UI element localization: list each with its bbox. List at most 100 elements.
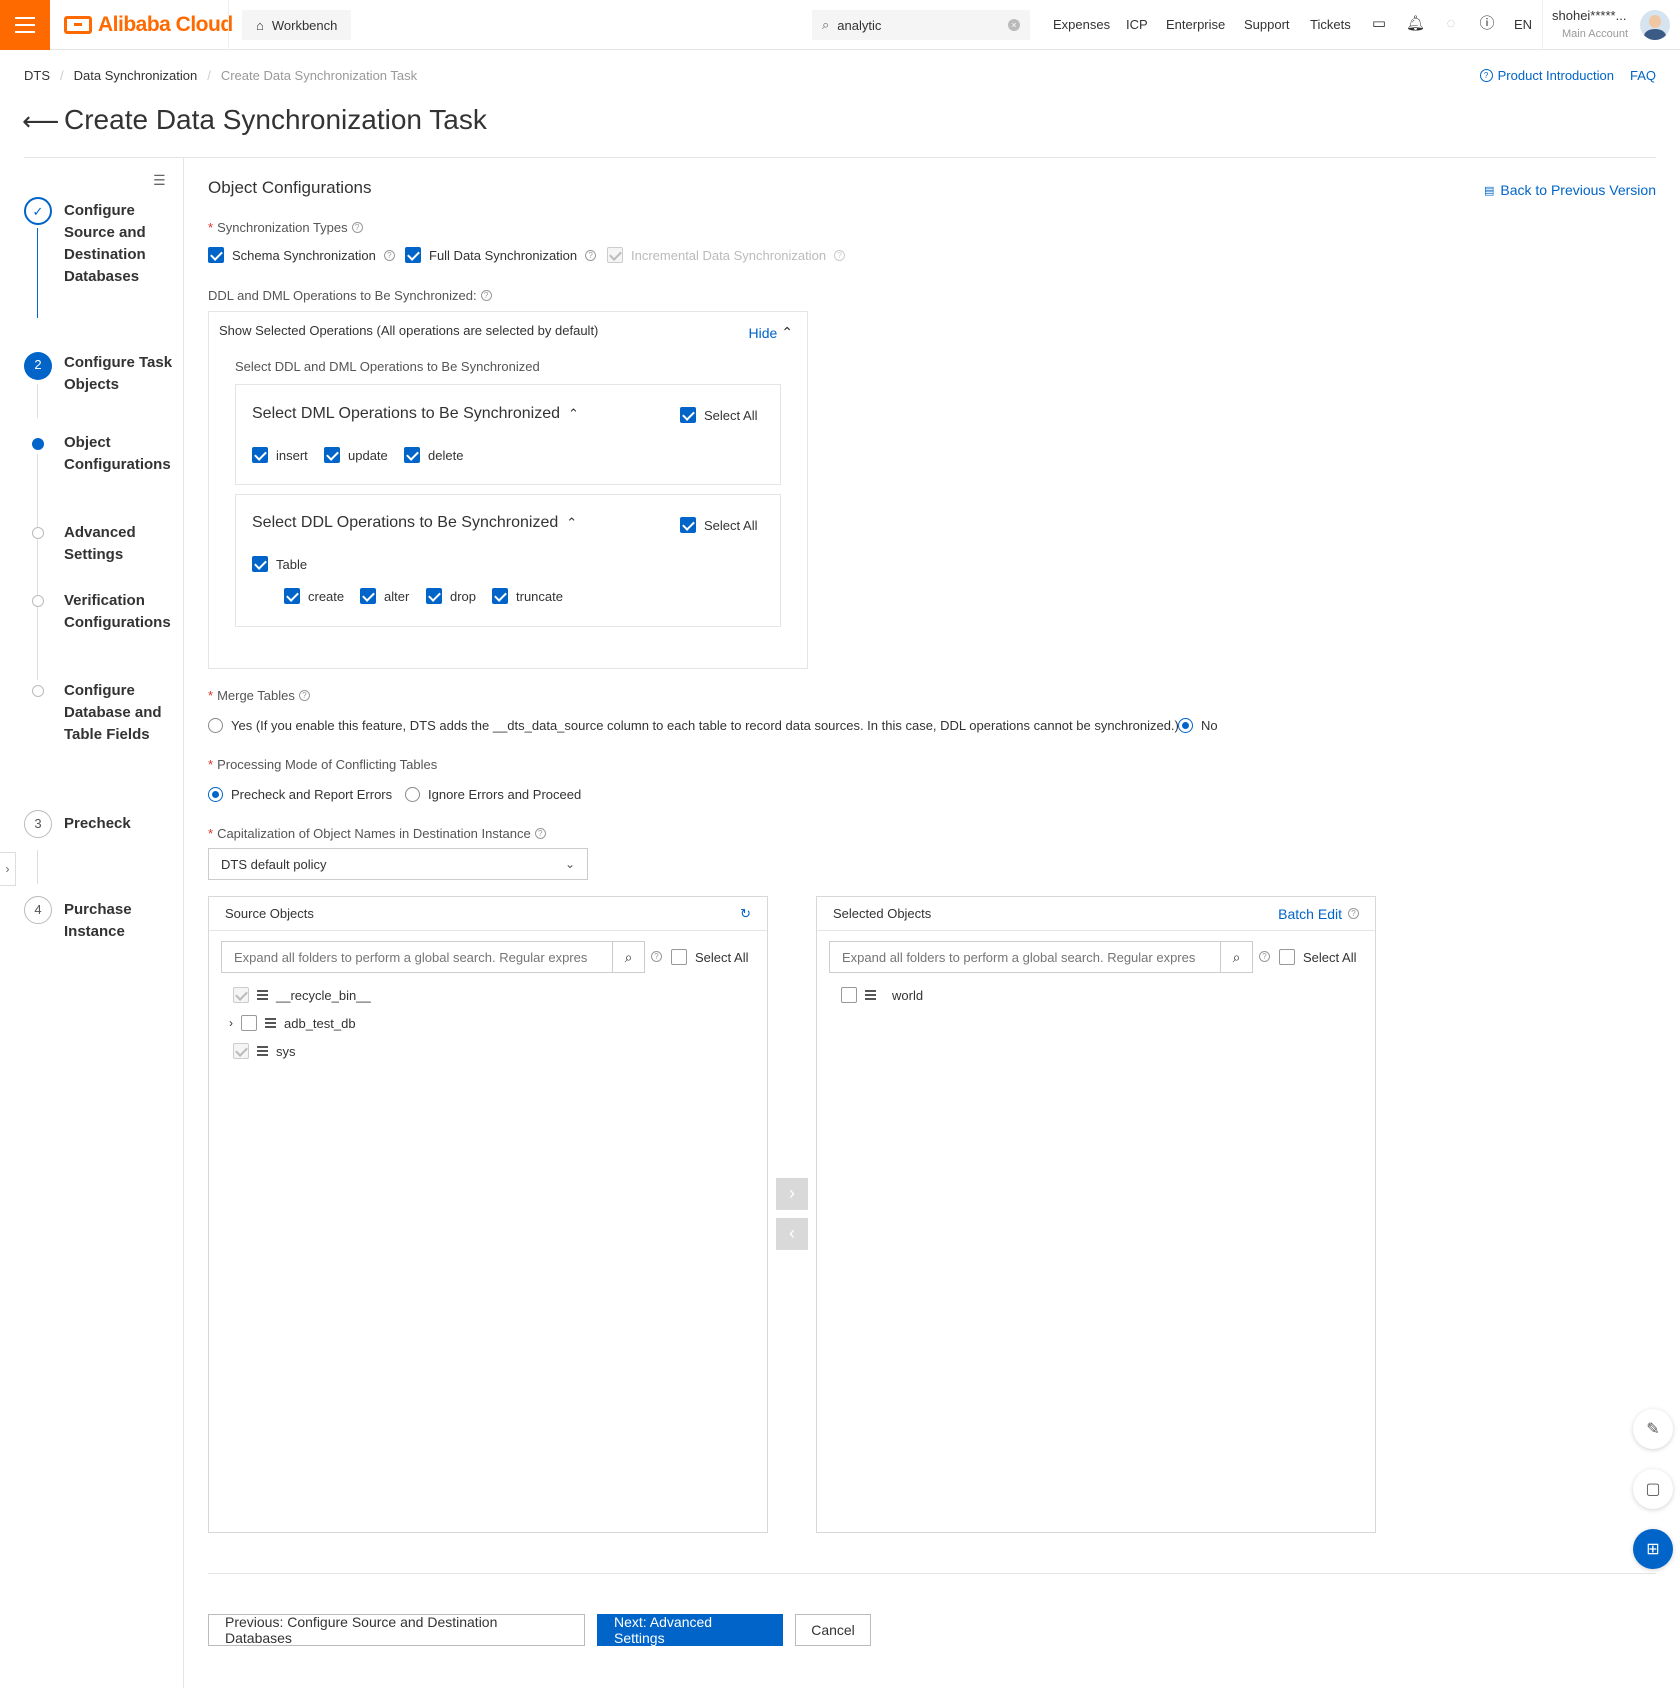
help-icon[interactable]: ? (1348, 908, 1359, 919)
selected-search-field[interactable]: ⌕ (829, 941, 1253, 973)
ddl-create-checkbox[interactable]: create (284, 588, 344, 604)
checkbox-checked[interactable] (404, 447, 420, 463)
dml-update-checkbox[interactable]: update (324, 447, 388, 463)
merge-no-radio[interactable]: No (1178, 718, 1218, 733)
chevron-right-icon[interactable]: › (229, 1016, 233, 1030)
avatar[interactable] (1640, 10, 1670, 40)
edit-icon[interactable]: ✎ (1633, 1409, 1673, 1449)
checkbox-checked[interactable] (252, 556, 268, 572)
bell-icon[interactable]: 🔔︎ (1406, 15, 1425, 33)
ddl-title[interactable]: Select DDL Operations to Be Synchronized… (252, 514, 577, 532)
nav-icp[interactable]: ICP (1126, 17, 1148, 32)
merge-yes-radio[interactable]: Yes (If you enable this feature, DTS add… (208, 718, 1179, 733)
source-search-input[interactable] (222, 942, 612, 972)
language-switch[interactable]: EN (1514, 17, 1532, 32)
checkbox-checked[interactable] (405, 247, 421, 263)
search-icon[interactable]: ⌕ (1220, 942, 1252, 972)
selected-search-input[interactable] (830, 942, 1220, 972)
ddl-truncate-checkbox[interactable]: truncate (492, 588, 563, 604)
tree-item[interactable]: __recycle_bin__ (233, 987, 371, 1003)
help-icon[interactable]: ? (383, 249, 395, 261)
previous-button[interactable]: Previous: Configure Source and Destinati… (208, 1614, 585, 1646)
checkbox-unchecked[interactable] (1279, 949, 1295, 965)
chat-icon[interactable]: ▢ (1633, 1469, 1673, 1509)
faq-link[interactable]: FAQ (1630, 68, 1656, 83)
nav-tickets[interactable]: Tickets (1310, 17, 1351, 32)
help-icon[interactable]: ? (585, 249, 597, 261)
dml-select-all-checkbox[interactable]: Select All (680, 407, 757, 423)
tree-item[interactable]: › adb_test_db (229, 1015, 356, 1031)
expand-sidebar-icon[interactable]: › (0, 852, 16, 886)
search-icon[interactable]: ⌕ (612, 942, 644, 972)
nav-support[interactable]: Support (1244, 17, 1290, 32)
checkbox-checked[interactable] (284, 588, 300, 604)
help-icon[interactable]: ? (534, 828, 546, 839)
ddl-drop-checkbox[interactable]: drop (426, 588, 476, 604)
checkbox-checked[interactable] (492, 588, 508, 604)
dml-delete-checkbox[interactable]: delete (404, 447, 463, 463)
checkbox-checked[interactable] (426, 588, 442, 604)
nav-enterprise[interactable]: Enterprise (1166, 17, 1225, 32)
checkbox-checked[interactable] (680, 517, 696, 533)
search-input[interactable]: ⌕ analytic × (812, 10, 1030, 40)
dml-insert-checkbox[interactable]: insert (252, 447, 308, 463)
user-name[interactable]: shohei*****... (1552, 8, 1626, 23)
back-to-previous-version-link[interactable]: ▤ Back to Previous Version (1484, 182, 1656, 198)
help-icon[interactable]: ? (480, 290, 492, 301)
checkbox-checked[interactable] (680, 407, 696, 423)
precheck-report-radio[interactable]: Precheck and Report Errors (208, 787, 392, 802)
next-button[interactable]: Next: Advanced Settings (597, 1614, 783, 1646)
ddl-alter-checkbox[interactable]: alter (360, 588, 409, 604)
tree-item[interactable]: world (841, 987, 923, 1003)
help-icon[interactable]: ? (834, 249, 846, 261)
breadcrumb-dts[interactable]: DTS (24, 68, 50, 83)
radio-unchecked[interactable] (208, 718, 223, 733)
workbench-button[interactable]: ⌂ Workbench (242, 10, 352, 40)
full-data-sync-checkbox[interactable]: Full Data Synchronization? (405, 247, 597, 263)
checkbox-unchecked[interactable] (841, 987, 857, 1003)
source-search-field[interactable]: ⌕ (221, 941, 645, 973)
help-icon[interactable]: ⓘ (1478, 15, 1496, 33)
menu-icon[interactable] (0, 0, 50, 50)
bulb-icon[interactable]: ◌ (1442, 15, 1460, 33)
radio-unchecked[interactable] (405, 787, 420, 802)
selected-objects-panel: Selected Objects Batch Edit? ⌕ ? Select A… (816, 896, 1376, 1533)
checkbox-checked[interactable] (360, 588, 376, 604)
breadcrumb-data-sync[interactable]: Data Synchronization (74, 68, 198, 83)
source-select-all-checkbox[interactable]: Select All (671, 949, 748, 965)
ddl-table-checkbox[interactable]: Table (252, 556, 307, 572)
schema-sync-checkbox[interactable]: Schema Synchronization? (208, 247, 395, 263)
dml-title[interactable]: Select DML Operations to Be Synchronized… (252, 405, 579, 423)
back-arrow-icon[interactable]: ⟵ (22, 106, 59, 137)
help-icon[interactable]: ? (298, 690, 310, 701)
clear-icon[interactable]: × (1008, 19, 1020, 31)
refresh-icon[interactable]: ↻ (740, 906, 751, 922)
selected-select-all-checkbox[interactable]: Select All (1279, 949, 1356, 965)
checkbox-checked[interactable] (208, 247, 224, 263)
ddl-select-all-checkbox[interactable]: Select All (680, 517, 757, 533)
collapse-icon[interactable]: ☰ (153, 172, 166, 189)
help-icon[interactable]: ? (351, 222, 363, 233)
alibaba-cloud-logo[interactable]: Alibaba Cloud (64, 13, 233, 37)
move-left-button[interactable]: ‹ (776, 1218, 808, 1250)
checkbox-unchecked[interactable] (241, 1015, 257, 1031)
radio-checked[interactable] (208, 787, 223, 802)
help-icon[interactable]: ? (651, 951, 662, 962)
nav-expenses[interactable]: Expenses (1053, 17, 1110, 32)
batch-edit-link[interactable]: Batch Edit (1278, 906, 1342, 922)
capitalization-select[interactable]: DTS default policy ⌄ (208, 848, 588, 880)
checkbox-unchecked[interactable] (671, 949, 687, 965)
radio-checked[interactable] (1178, 718, 1193, 733)
terminal-icon[interactable]: ▭ (1370, 15, 1388, 33)
product-introduction-link[interactable]: ? Product Introduction (1479, 68, 1614, 83)
tree-item-label: world (892, 987, 924, 1003)
move-right-button[interactable]: › (776, 1178, 808, 1210)
checkbox-checked[interactable] (252, 447, 268, 463)
ignore-errors-radio[interactable]: Ignore Errors and Proceed (405, 787, 581, 802)
cancel-button[interactable]: Cancel (795, 1614, 871, 1646)
tree-item[interactable]: sys (233, 1043, 296, 1059)
checkbox-checked[interactable] (324, 447, 340, 463)
help-icon[interactable]: ? (1259, 951, 1270, 962)
apps-icon[interactable]: ⊞ (1633, 1529, 1673, 1569)
hide-toggle[interactable]: Hide ⌃ (748, 324, 793, 341)
